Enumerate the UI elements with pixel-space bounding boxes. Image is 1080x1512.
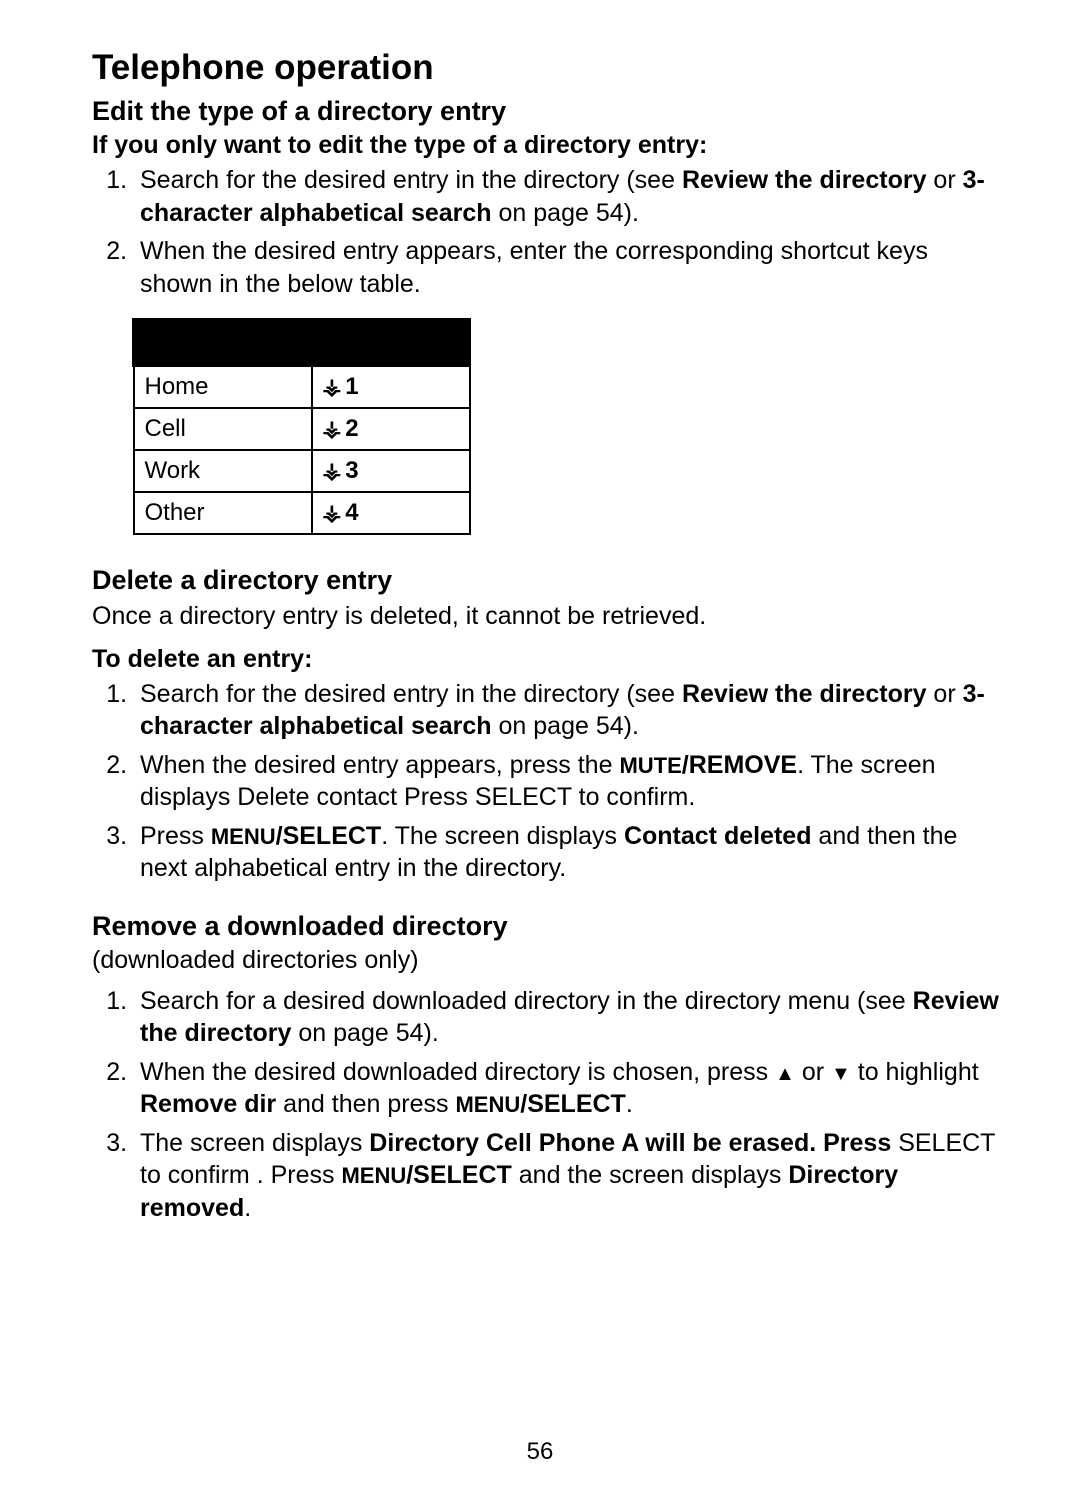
key-label: /SELECT: [276, 822, 382, 850]
text: to highlight: [851, 1058, 979, 1086]
table-cell-type: Work: [134, 450, 312, 492]
pound-icon: ⚶: [323, 416, 342, 441]
key-label: /SELECT: [406, 1161, 512, 1189]
key-label: MENU: [341, 1163, 406, 1188]
text: The screen displays: [140, 1129, 369, 1157]
text-bold: Review the directory: [682, 166, 927, 194]
text: Press: [140, 822, 211, 850]
table-cell-type: Cell: [134, 408, 312, 450]
arrow-up-icon: ▲: [775, 1063, 795, 1085]
key-label: /SELECT: [520, 1090, 626, 1118]
section-remove-list: Search for a desired downloaded director…: [92, 985, 1005, 1225]
table-cell-type: Other: [134, 492, 312, 534]
table-header: [312, 320, 470, 366]
pound-icon: ⚶: [323, 500, 342, 525]
page-number: 56: [0, 1438, 1080, 1466]
text: on page 54).: [492, 199, 639, 227]
section-delete-intro: Once a directory entry is deleted, it ca…: [92, 600, 1005, 633]
text: When the desired entry appears, press th…: [140, 751, 619, 779]
table-row: Cell ⚶2: [134, 408, 470, 450]
section-remove-note: (downloaded directories only): [92, 946, 1005, 975]
text: on page 54).: [492, 712, 639, 740]
text: on page 54).: [291, 1019, 438, 1047]
section-edit-type-heading: Edit the type of a directory entry: [92, 96, 1005, 127]
key-label: MENU: [211, 824, 276, 849]
list-item: When the desired downloaded directory is…: [134, 1056, 1005, 1121]
section-delete-list: Search for the desired entry in the dire…: [92, 678, 1005, 885]
text: and then press: [276, 1090, 455, 1118]
table-row: Home ⚶1: [134, 366, 470, 409]
list-item: When the desired entry appears, press th…: [134, 749, 1005, 814]
text: Search for a desired downloaded director…: [140, 987, 913, 1015]
text-bold: Directory Cell Phone A will be erased. P…: [369, 1129, 891, 1157]
list-item: When the desired entry appears, enter th…: [134, 235, 1005, 300]
key-label: MENU: [455, 1092, 520, 1117]
text: . The screen displays: [381, 822, 624, 850]
text: Search for the desired entry in the dire…: [140, 166, 682, 194]
table-row: Other ⚶4: [134, 492, 470, 534]
text-bold: Contact deleted: [624, 822, 812, 850]
page-title: Telephone operation: [92, 48, 1005, 88]
list-item: The screen displays Directory Cell Phone…: [134, 1127, 1005, 1225]
text: .: [626, 1090, 633, 1118]
table-cell-key: ⚶2: [312, 408, 470, 450]
key-number: 3: [345, 457, 358, 484]
pound-icon: ⚶: [323, 374, 342, 399]
key-number: 1: [345, 373, 358, 400]
list-item: Search for the desired entry in the dire…: [134, 678, 1005, 743]
table-cell-type: Home: [134, 366, 312, 409]
key-number: 2: [345, 415, 358, 442]
key-label: MUTE: [619, 753, 681, 778]
text: or: [795, 1058, 831, 1086]
pound-icon: ⚶: [323, 458, 342, 483]
table-cell-key: ⚶4: [312, 492, 470, 534]
shortcut-table: Home ⚶1 Cell ⚶2 Work ⚶3 Other ⚶4: [132, 318, 471, 535]
table-row: Work ⚶3: [134, 450, 470, 492]
list-item: Search for a desired downloaded director…: [134, 985, 1005, 1050]
text: or: [926, 166, 962, 194]
text: .: [244, 1194, 251, 1222]
table-cell-key: ⚶1: [312, 366, 470, 409]
section-remove-heading: Remove a downloaded directory: [92, 911, 1005, 942]
text: When the desired downloaded directory is…: [140, 1058, 775, 1086]
table-header: [134, 320, 312, 366]
section-edit-type-list: Search for the desired entry in the dire…: [92, 164, 1005, 300]
section-delete-heading: Delete a directory entry: [92, 565, 1005, 596]
text-bold: Remove dir: [140, 1090, 276, 1118]
table-cell-key: ⚶3: [312, 450, 470, 492]
list-item: Search for the desired entry in the dire…: [134, 164, 1005, 229]
list-item: Press MENU/SELECT. The screen displays C…: [134, 820, 1005, 885]
section-edit-type-sub: If you only want to edit the type of a d…: [92, 131, 1005, 160]
key-number: 4: [345, 499, 358, 526]
arrow-down-icon: ▼: [831, 1063, 851, 1085]
key-label: /REMOVE: [682, 751, 797, 779]
text: Search for the desired entry in the dire…: [140, 680, 682, 708]
text-bold: Review the directory: [682, 680, 927, 708]
text: or: [926, 680, 962, 708]
section-delete-sub: To delete an entry:: [92, 645, 1005, 674]
text: and the screen displays: [512, 1161, 789, 1189]
